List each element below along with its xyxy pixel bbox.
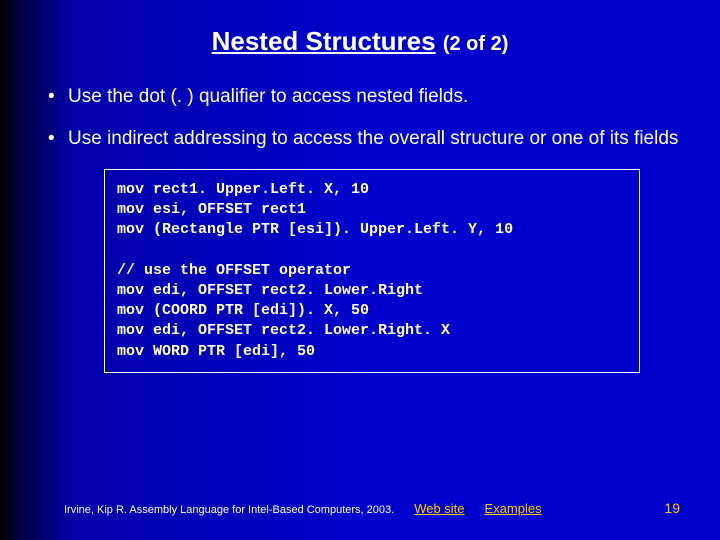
title-main: Nested Structures <box>212 26 436 56</box>
bullet-item: Use the dot (. ) qualifier to access nes… <box>44 85 680 109</box>
page-number: 19 <box>664 500 680 516</box>
bullet-list: Use the dot (. ) qualifier to access nes… <box>44 85 680 151</box>
slide: Nested Structures (2 of 2) Use the dot (… <box>0 0 720 373</box>
title-sub: (2 of 2) <box>443 33 509 55</box>
website-link[interactable]: Web site <box>414 501 464 516</box>
slide-title: Nested Structures (2 of 2) <box>40 26 680 57</box>
bullet-item: Use indirect addressing to access the ov… <box>44 127 680 151</box>
slide-footer: Irvine, Kip R. Assembly Language for Int… <box>0 500 720 516</box>
code-block: mov rect1. Upper.Left. X, 10 mov esi, OF… <box>104 169 640 373</box>
examples-link[interactable]: Examples <box>485 501 542 516</box>
citation-text: Irvine, Kip R. Assembly Language for Int… <box>64 504 394 516</box>
